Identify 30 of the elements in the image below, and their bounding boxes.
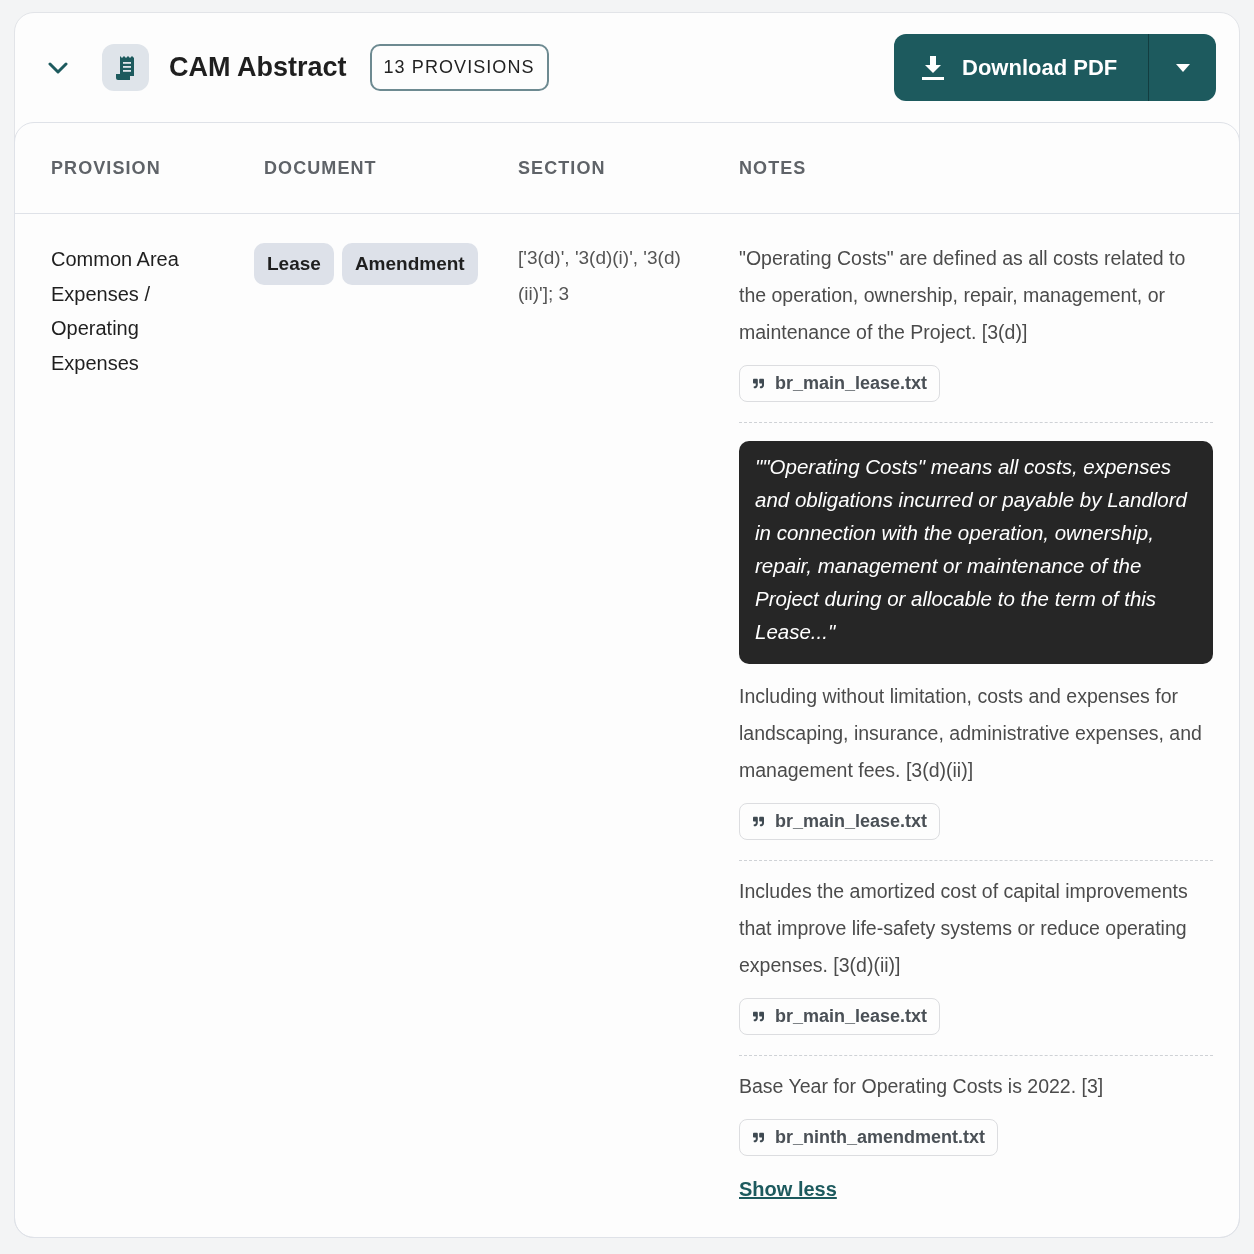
show-less-link[interactable]: Show less (739, 1174, 837, 1204)
quote-excerpt: ""Operating Costs" means all costs, expenses and obligations incurred or payable by Landlord in connection with the operation, ownership, repair, management or maintenance of the Project during or allocable to the term of this Lease..." (739, 441, 1213, 664)
quote-icon (752, 1011, 765, 1022)
column-header: PROVISION (51, 156, 162, 180)
quote-icon (752, 378, 765, 389)
document-tag: Amendment (341, 243, 478, 285)
source-chip[interactable]: br_main_lease.txt (739, 365, 941, 402)
download-options-button[interactable] (1148, 34, 1216, 101)
chevron-down-icon[interactable] (48, 61, 68, 74)
column-header: SECTION (518, 156, 607, 180)
count-badge: 13 PROVISIONS (369, 44, 549, 91)
section-reference: ['3(d)', '3(d)(i)', '3(d)(ii)']; 3 (518, 246, 682, 306)
download-icon (922, 55, 944, 80)
caret-down-icon (1175, 63, 1190, 72)
card-title: CAM Abstract (169, 51, 347, 85)
source-chip[interactable]: br_main_lease.txt (739, 803, 941, 840)
note-text: "Operating Costs" are defined as all costs related to the operation, ownership, repair, management, or maintenance of the Project. [3(d)] (739, 246, 1187, 345)
download-pdf-button[interactable]: Download PDF (894, 34, 1148, 101)
column-header: NOTES (739, 156, 808, 180)
source-chip[interactable]: br_main_lease.txt (739, 998, 941, 1035)
note-text: Base Year for Operating Costs is 2022. [3] (739, 1074, 1105, 1099)
note-text: Including without limitation, costs and expenses for landscaping, insurance, administrative expenses, and management fees. [3(d)(ii)] (739, 684, 1203, 783)
note-text: Includes the amortized cost of capital improvements that improve life-safety systems or reduce operating expenses. [3(d)(ii)] (739, 879, 1189, 978)
quote-icon (752, 1132, 765, 1143)
quote-icon (752, 816, 765, 827)
scroll-icon (102, 44, 149, 91)
provision-name: Common Area Expenses / Operating Expenses (51, 247, 180, 376)
document-tag: Lease (254, 243, 334, 285)
source-chip[interactable]: br_ninth_amendment.txt (739, 1119, 999, 1156)
column-header: DOCUMENT (263, 156, 378, 180)
